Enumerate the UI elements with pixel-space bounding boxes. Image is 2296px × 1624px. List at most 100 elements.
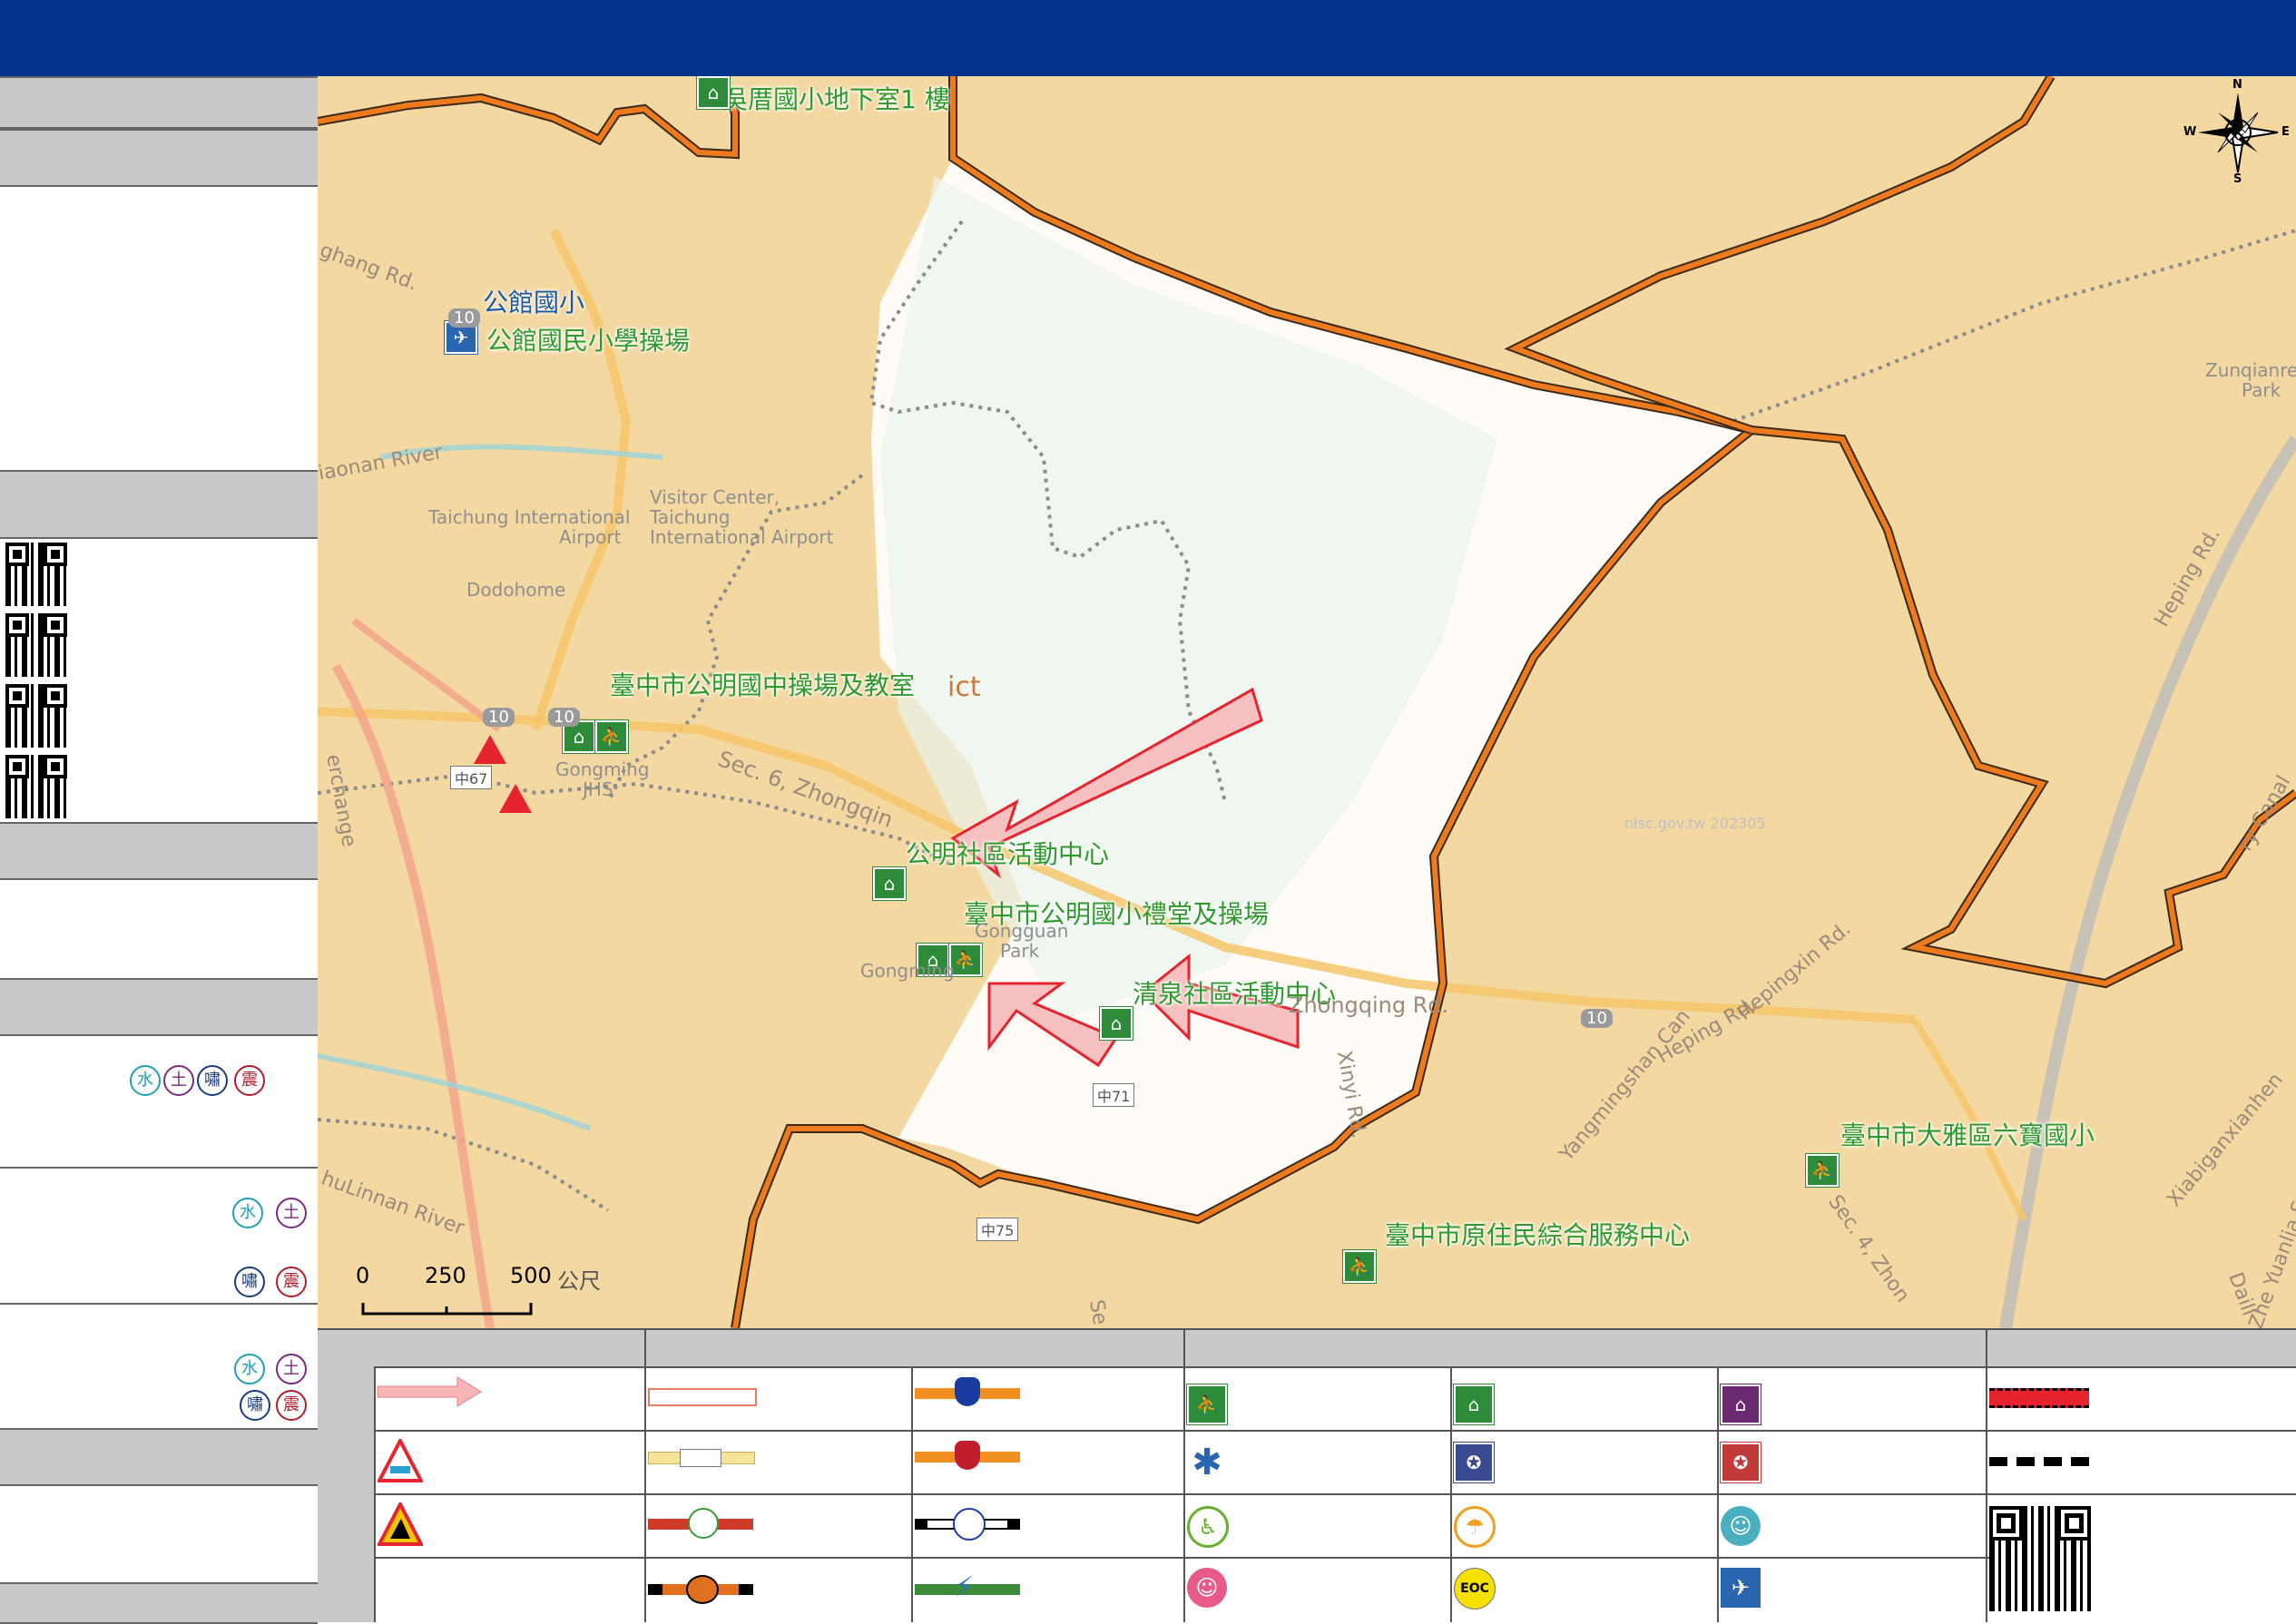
flood-hazard-icon: 水 xyxy=(232,1198,263,1228)
landslide-hazard-icon: 土 xyxy=(276,1354,307,1384)
earthquake-hazard-icon: 震 xyxy=(234,1065,265,1096)
road-legend-icon xyxy=(648,1449,755,1467)
outdoor-shelter-icon[interactable]: ⛹ xyxy=(1806,1154,1839,1187)
landslide-hazard-icon: 土 xyxy=(276,1198,307,1228)
legend-grid xyxy=(1183,1330,1185,1622)
earthquake-hazard-icon: 震 xyxy=(276,1267,307,1297)
road-shield: 中71 xyxy=(1093,1083,1135,1107)
landslide-warning-icon[interactable] xyxy=(474,735,506,764)
qr-code-3[interactable] xyxy=(5,684,67,748)
childcare-legend-icon: ☺ xyxy=(1721,1506,1761,1546)
qr-code-4[interactable] xyxy=(5,755,67,818)
place-label: JHS xyxy=(583,778,613,800)
tsunami-hazard-icon: 嘯 xyxy=(197,1065,228,1096)
place-label: Park xyxy=(1000,940,1040,962)
road-shield: 10 xyxy=(1581,1009,1613,1028)
hsr-legend-icon: ⚡ xyxy=(915,1571,1020,1603)
legend-grid xyxy=(1986,1330,1987,1622)
landslide-warning-icon[interactable] xyxy=(499,784,532,813)
road-legend-icon xyxy=(648,1575,753,1604)
sidebar-band-2 xyxy=(0,129,318,187)
district-boundary xyxy=(1732,229,2296,423)
qr-code-1[interactable] xyxy=(5,543,67,606)
place-label: Gongming xyxy=(860,960,955,982)
indoor-shelter-legend-icon: ⌂ xyxy=(1454,1384,1494,1424)
place-label: Visitor Center, xyxy=(650,486,780,508)
helipad-label[interactable]: 公館國小 xyxy=(483,283,584,319)
highway-legend-icon xyxy=(915,1441,1020,1470)
shelter-label[interactable]: 公明社區活動中心 xyxy=(906,835,1109,871)
shelter-label[interactable]: 臺中市大雅區六寶國小 xyxy=(1840,1116,2095,1152)
legend-grid xyxy=(1717,1366,1719,1622)
elderly-legend-icon: ☂ xyxy=(1454,1506,1496,1548)
welfare-legend-icon: ☺ xyxy=(1187,1568,1227,1608)
divider xyxy=(0,1167,318,1169)
place-label: Gongguan xyxy=(975,920,1069,942)
legend-grid xyxy=(374,1493,2296,1495)
flood-hazard-icon: 水 xyxy=(130,1065,161,1096)
road-shield: 中67 xyxy=(450,766,493,789)
header-bar xyxy=(0,0,2296,78)
place-label: Dodohome xyxy=(466,579,566,601)
railway xyxy=(1999,435,2296,1328)
police-legend-icon: ✪ xyxy=(1454,1443,1494,1482)
shelter-label[interactable]: 臺中市原住民綜合服務中心 xyxy=(1385,1216,1690,1252)
place-label: Zunqianre xyxy=(2205,359,2296,381)
village-boundary-outline xyxy=(1751,426,2296,989)
shelter-building-icon[interactable]: ⌂ xyxy=(697,76,730,109)
medical-legend-icon: ✱ xyxy=(1192,1442,1222,1483)
scale-tick: 250 xyxy=(425,1263,466,1288)
legend-grid xyxy=(911,1366,913,1622)
facility-legend-icon: ⌂ xyxy=(1721,1384,1761,1424)
sidebar-band-3 xyxy=(0,470,318,539)
district-label: ict xyxy=(947,671,981,703)
helipad-legend-icon: ✈ xyxy=(1721,1568,1761,1608)
scale-unit: 公尺 xyxy=(557,1268,601,1294)
village-boundary xyxy=(1508,76,2054,433)
outdoor-shelter-icon[interactable]: ⛹ xyxy=(1343,1250,1376,1283)
fire-station-legend-icon: ✪ xyxy=(1721,1443,1761,1482)
road-shield: 中75 xyxy=(976,1218,1019,1241)
qr-code-2[interactable] xyxy=(5,613,67,677)
village-boundary-outline xyxy=(318,76,740,160)
sidebar-band-4 xyxy=(0,822,318,880)
compass-north: N xyxy=(2232,78,2242,92)
shelter-label[interactable]: 公館國民小學操場 xyxy=(486,321,690,357)
map-canvas[interactable]: 吳厝國小地下室1 樓 公館國民小學操場 公館國小 臺中市公明國中操場及教室 公明… xyxy=(318,76,2296,1328)
road-shield: 10 xyxy=(483,708,515,727)
legend-header xyxy=(374,1330,2296,1368)
rail-legend-icon xyxy=(915,1508,1020,1541)
place-label: Gongming xyxy=(555,758,650,780)
county-boundary-legend-icon xyxy=(1989,1388,2089,1408)
watermark: nlsc.gov.tw 202305 xyxy=(1624,815,1766,832)
accessible-legend-icon: ♿ xyxy=(1187,1506,1229,1548)
evac-arrow-legend-icon xyxy=(377,1376,482,1407)
scale-bar xyxy=(361,1303,533,1316)
info-sidebar: 水 土 嘯 震 水 土 嘯 震 水 土 嘯 震 xyxy=(0,76,319,1624)
place-label: Park xyxy=(2242,379,2281,401)
flood-hazard-icon: 水 xyxy=(234,1354,265,1384)
legend-qr-code[interactable] xyxy=(1989,1506,2091,1611)
sidebar-band-1 xyxy=(0,76,318,129)
sidebar-band-6 xyxy=(0,1428,318,1486)
outdoor-shelter-legend-icon: ⛹ xyxy=(1187,1384,1227,1424)
tsunami-hazard-icon: 嘯 xyxy=(234,1267,265,1297)
freeway-legend-icon xyxy=(915,1377,1020,1406)
shelter-building-icon[interactable]: ⌂ xyxy=(873,867,906,900)
place-label: International Airport xyxy=(650,526,834,548)
road-label: Zhongqing Rd. xyxy=(1289,993,1449,1018)
road-shield: 10 xyxy=(548,708,580,727)
place-label: Airport xyxy=(559,526,622,548)
outdoor-shelter-icon[interactable]: ⛹ xyxy=(595,720,628,753)
shelter-label[interactable]: 吳厝國小地下室1 樓 xyxy=(722,80,950,116)
compass-south: S xyxy=(2233,172,2242,186)
legend-side-band xyxy=(318,1330,376,1622)
flood-warning-legend-icon xyxy=(378,1439,423,1482)
compass-east: E xyxy=(2281,125,2290,139)
shelter-building-icon[interactable]: ⌂ xyxy=(1100,1007,1133,1040)
road-legend-icon xyxy=(648,1388,757,1406)
shelter-label[interactable]: 臺中市公明國中操場及教室 xyxy=(610,666,915,702)
district-boundary-legend-icon xyxy=(1989,1457,2089,1466)
legend-grid xyxy=(1450,1366,1452,1622)
village-boundary xyxy=(1751,427,2296,987)
